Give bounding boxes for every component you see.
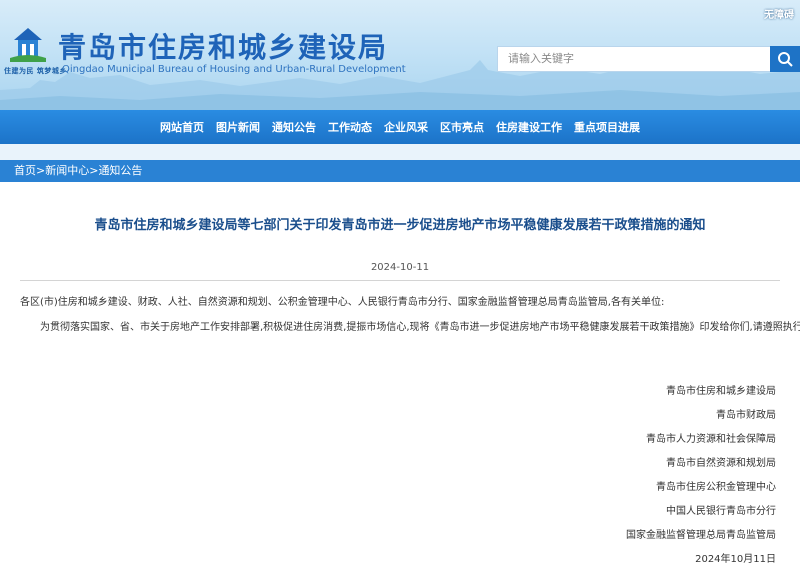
- signatory-list: 青岛市住房和城乡建设局 青岛市财政局 青岛市人力资源和社会保障局 青岛市自然资源…: [626, 385, 776, 576]
- nav-item-home[interactable]: 网站首页: [160, 119, 204, 135]
- breadcrumb-notices[interactable]: 通知公告: [98, 164, 142, 177]
- breadcrumb-separator: >: [36, 164, 46, 177]
- signatory: 青岛市住房和城乡建设局: [666, 386, 776, 397]
- signatory: 中国人民银行青岛市分行: [666, 506, 776, 517]
- signatory: 青岛市财政局: [716, 410, 776, 421]
- logo-slogan: 住建为民 筑梦城乡: [4, 67, 67, 75]
- bureau-emblem-icon: [10, 28, 46, 62]
- search-input[interactable]: 请输入关键字: [497, 46, 770, 72]
- breadcrumb-news-center[interactable]: 新闻中心: [45, 164, 89, 177]
- nav-item-enterprise[interactable]: 企业风采: [384, 119, 428, 135]
- signatory: 青岛市住房公积金管理中心: [656, 482, 776, 493]
- accessibility-link[interactable]: 无障碍: [764, 6, 794, 21]
- main-nav: 网站首页 图片新闻 通知公告 工作动态 企业风采 区市亮点 住房建设工作 重点项…: [0, 110, 800, 144]
- nav-spacer: [0, 144, 800, 160]
- nav-item-housing-construction[interactable]: 住房建设工作: [496, 119, 562, 135]
- nav-item-district-highlights[interactable]: 区市亮点: [440, 119, 484, 135]
- nav-item-key-projects[interactable]: 重点项目进展: [574, 119, 640, 135]
- sign-date: 2024年10月11日: [695, 554, 776, 565]
- breadcrumb-home[interactable]: 首页: [14, 164, 36, 177]
- site-subtitle: Qingdao Municipal Bureau of Housing and …: [62, 64, 406, 75]
- nav-item-work-updates[interactable]: 工作动态: [328, 119, 372, 135]
- site-title[interactable]: 青岛市住房和城乡建设局: [58, 26, 388, 66]
- signatory: 青岛市人力资源和社会保障局: [646, 434, 776, 445]
- search-icon: [778, 52, 793, 67]
- article-addressee: 各区(市)住房和城乡建设、财政、人社、自然资源和规划、公积金管理中心、人民银行青…: [20, 297, 665, 308]
- search-button[interactable]: [770, 46, 800, 72]
- nav-item-photo-news[interactable]: 图片新闻: [216, 119, 260, 135]
- header-banner: 无障碍 住建为民 筑梦城乡 青岛市住房和城乡建设局 Qingdao Munici…: [0, 0, 800, 110]
- nav-item-notices[interactable]: 通知公告: [272, 119, 316, 135]
- signatory: 青岛市自然资源和规划局: [666, 458, 776, 469]
- signatory: 国家金融监督管理总局青岛监管局: [626, 530, 776, 541]
- divider: [20, 280, 780, 281]
- article-body: 为贯彻落实国家、省、市关于房地产工作安排部署,积极促进住房消费,提振市场信心,现…: [40, 322, 800, 333]
- breadcrumb: 首页>新闻中心>通知公告: [0, 160, 800, 182]
- article-date: 2024-10-11: [370, 262, 430, 273]
- article-title: 青岛市住房和城乡建设局等七部门关于印发青岛市进一步促进房地产市场平稳健康发展若干…: [94, 218, 706, 233]
